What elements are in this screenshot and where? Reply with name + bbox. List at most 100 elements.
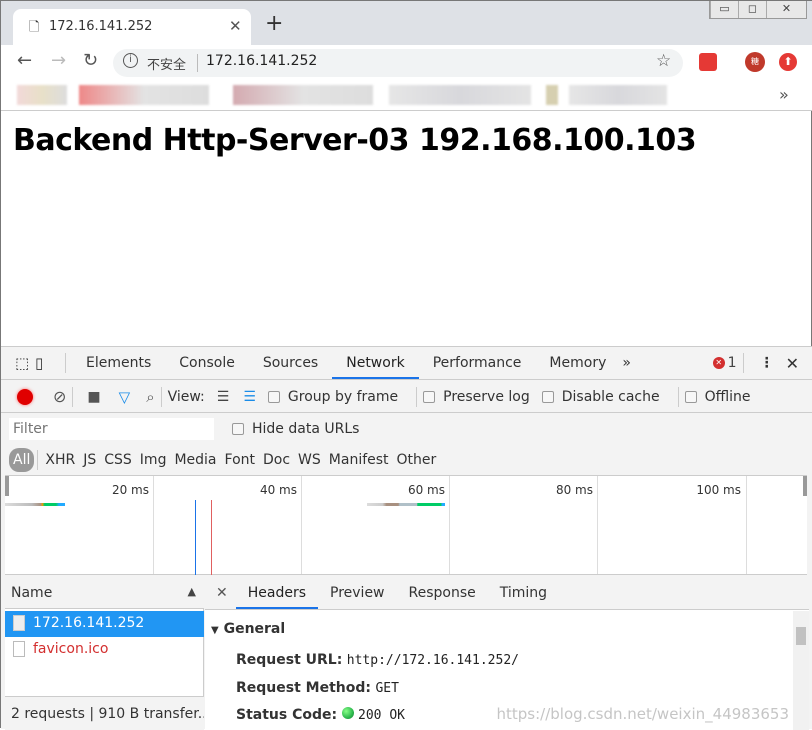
new-tab-button[interactable]: +: [265, 13, 283, 35]
range-handle-left[interactable]: [5, 476, 9, 496]
search-icon[interactable]: ⌕: [146, 388, 154, 406]
error-icon[interactable]: ✕: [712, 357, 725, 369]
filter-js[interactable]: JS: [79, 448, 100, 472]
extension-icon[interactable]: [699, 53, 717, 71]
tab-elements[interactable]: Elements: [72, 347, 165, 379]
browser-toolbar: ← → ↻ i 不安全 172.16.141.252 ☆ 糖 ⬆: [1, 45, 812, 79]
tab-preview[interactable]: Preview: [318, 577, 397, 609]
request-name: favicon.ico: [33, 641, 109, 657]
close-window-button[interactable]: ✕: [766, 1, 806, 18]
filter-other[interactable]: Other: [393, 448, 441, 472]
tab-memory[interactable]: Memory: [535, 347, 620, 379]
type-filter-bar: All XHR JS CSS Img Media Font Doc WS Man…: [1, 445, 812, 475]
range-handle-right[interactable]: [803, 476, 807, 496]
detail-tabbar: ✕ Headers Preview Response Timing: [205, 577, 809, 610]
request-row[interactable]: 172.16.141.252: [5, 611, 204, 637]
sort-ascending-icon: ▲: [187, 585, 196, 598]
tick-label: 80 ms: [555, 483, 593, 497]
upload-extension-icon[interactable]: ⬆: [779, 53, 797, 71]
browser-tab[interactable]: 🗋 172.16.141.252 ✕: [13, 9, 251, 45]
header-label: Request Method:: [236, 680, 371, 696]
network-overview-timeline[interactable]: 20 ms 40 ms 60 ms 80 ms 100 ms: [5, 475, 807, 575]
tab-network[interactable]: Network: [332, 347, 419, 379]
request-url-row: Request URL: http://172.16.141.252/: [236, 652, 519, 668]
collapse-triangle-icon: ▼: [211, 625, 219, 636]
divider: [37, 450, 39, 470]
group-by-frame-label: Group by frame: [287, 388, 399, 405]
divider: [160, 386, 162, 407]
hide-data-urls-checkbox[interactable]: [232, 423, 244, 435]
close-detail-icon[interactable]: ✕: [216, 585, 228, 601]
filter-img[interactable]: Img: [136, 448, 171, 472]
filter-xhr[interactable]: XHR: [41, 448, 79, 472]
bookmarks-more-icon[interactable]: »: [779, 85, 789, 104]
forward-icon[interactable]: →: [51, 50, 66, 71]
filter-css[interactable]: CSS: [100, 448, 136, 472]
error-count[interactable]: 1: [728, 355, 737, 371]
device-toolbar-icon[interactable]: ▯: [35, 354, 59, 372]
request-method-row: Request Method: GET: [236, 680, 399, 696]
dom-content-loaded-line: [195, 500, 196, 575]
tick-label: 20 ms: [111, 483, 149, 497]
filter-all[interactable]: All: [9, 448, 35, 472]
offline-checkbox[interactable]: [684, 390, 697, 403]
waterfall-view-icon[interactable]: ☰: [243, 389, 256, 405]
scrollbar[interactable]: [793, 611, 809, 730]
disable-cache-label: Disable cache: [561, 388, 660, 405]
record-button[interactable]: [17, 388, 33, 405]
divider: [416, 386, 418, 407]
view-label: View:: [167, 388, 205, 405]
tab-performance[interactable]: Performance: [419, 347, 536, 379]
general-section-toggle[interactable]: ▼ General: [211, 621, 285, 637]
request-row[interactable]: favicon.ico: [5, 637, 204, 663]
file-icon: [13, 641, 25, 657]
bookmark-item[interactable]: [569, 85, 667, 105]
menu-icon[interactable]: ⋮: [760, 355, 774, 371]
screenshot-icon[interactable]: ■: [87, 389, 100, 405]
more-tabs-icon[interactable]: »: [622, 355, 631, 371]
summary-bar: 2 requests | 910 B transfer...: [5, 696, 204, 730]
bookmark-item[interactable]: [17, 85, 67, 105]
list-view-icon[interactable]: ☰: [217, 389, 230, 405]
filter-font[interactable]: Font: [221, 448, 259, 472]
filter-icon[interactable]: ▽: [119, 388, 131, 406]
bookmark-item[interactable]: [79, 85, 209, 105]
close-devtools-icon[interactable]: ✕: [786, 354, 799, 373]
url-text[interactable]: 172.16.141.252: [206, 53, 317, 69]
filter-ws[interactable]: WS: [294, 448, 325, 472]
status-code-row: Status Code: 200 OK: [236, 707, 405, 723]
group-by-frame-checkbox[interactable]: [267, 390, 280, 403]
tab-timing[interactable]: Timing: [488, 577, 559, 609]
tab-response[interactable]: Response: [397, 577, 488, 609]
close-tab-icon[interactable]: ✕: [229, 17, 242, 35]
star-icon[interactable]: ☆: [656, 51, 671, 71]
filter-manifest[interactable]: Manifest: [325, 448, 393, 472]
minimize-button[interactable]: ▭: [710, 1, 738, 18]
tab-title: 172.16.141.252: [49, 19, 153, 34]
maximize-button[interactable]: ◻: [738, 1, 766, 18]
name-column-header[interactable]: Name ▲: [5, 577, 204, 609]
filter-doc[interactable]: Doc: [259, 448, 294, 472]
bookmark-item[interactable]: [546, 85, 558, 105]
clear-icon[interactable]: ⊘: [53, 387, 66, 406]
bookmark-item[interactable]: [233, 85, 373, 105]
back-icon[interactable]: ←: [17, 50, 32, 71]
address-bar[interactable]: i 不安全 172.16.141.252 ☆: [113, 49, 683, 77]
tab-console[interactable]: Console: [165, 347, 249, 379]
bookmark-item[interactable]: [389, 85, 531, 105]
inspect-element-icon[interactable]: ⬚: [15, 354, 35, 372]
scrollbar-thumb[interactable]: [796, 627, 806, 645]
info-icon[interactable]: i: [123, 53, 138, 68]
tab-sources[interactable]: Sources: [249, 347, 332, 379]
divider: [197, 54, 198, 72]
filter-input[interactable]: [9, 418, 214, 440]
tab-headers[interactable]: Headers: [235, 577, 319, 609]
disable-cache-checkbox[interactable]: [541, 390, 554, 403]
status-ok-icon: [341, 707, 354, 719]
filter-media[interactable]: Media: [170, 448, 220, 472]
header-value: GET: [375, 681, 399, 696]
preserve-log-checkbox[interactable]: [423, 390, 436, 403]
extension-avatar-icon[interactable]: 糖: [745, 52, 765, 72]
grid-line: [449, 476, 450, 574]
reload-icon[interactable]: ↻: [83, 50, 98, 71]
